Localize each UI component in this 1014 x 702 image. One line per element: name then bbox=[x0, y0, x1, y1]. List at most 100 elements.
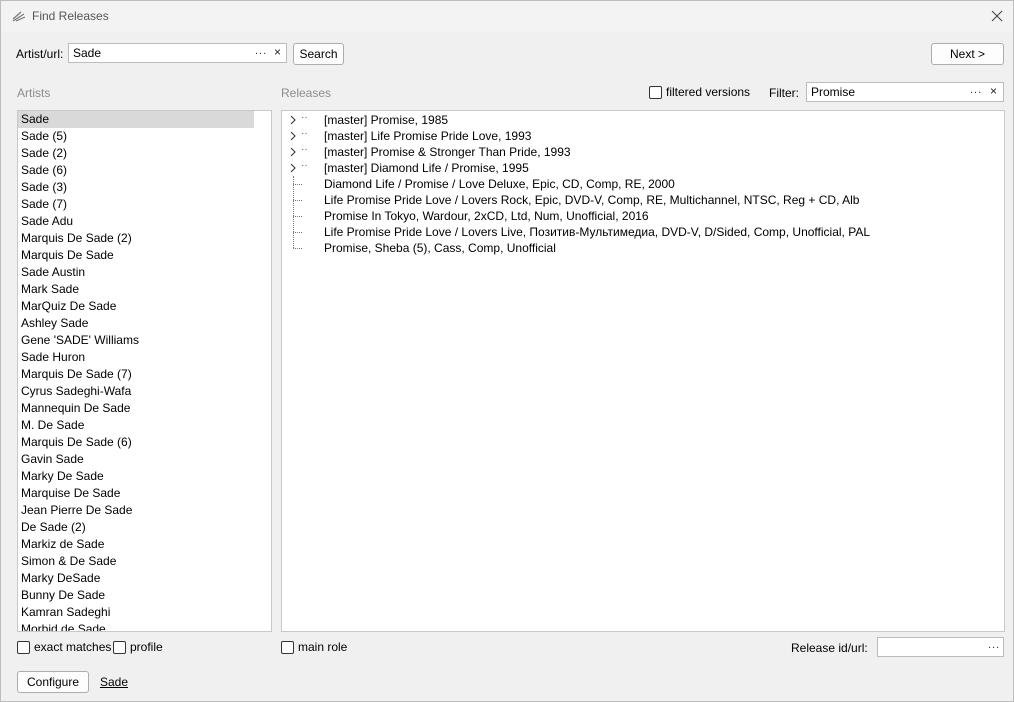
tree-connector-line bbox=[293, 216, 302, 217]
filtered-versions-box[interactable] bbox=[649, 85, 662, 99]
release-id-browse-button[interactable]: ... bbox=[988, 639, 1000, 651]
artist-list-item[interactable]: MarQuiz De Sade bbox=[18, 298, 271, 315]
artist-list-item[interactable]: Sade Adu bbox=[18, 213, 271, 230]
artists-header: Artists bbox=[17, 86, 51, 100]
release-label: Diamond Life / Promise / Love Deluxe, Ep… bbox=[324, 177, 675, 191]
filtered-versions-checkbox[interactable]: filtered versions bbox=[649, 85, 750, 99]
artist-list-item[interactable]: Mannequin De Sade bbox=[18, 400, 271, 417]
artist-url-field[interactable]: ... × bbox=[68, 43, 287, 63]
artist-url-label: Artist/url: bbox=[16, 47, 64, 61]
release-row[interactable]: Promise In Tokyo, Wardour, 2xCD, Ltd, Nu… bbox=[282, 208, 1002, 224]
filter-clear-button[interactable]: × bbox=[990, 84, 997, 98]
artist-list-item[interactable]: Sade (6) bbox=[18, 162, 271, 179]
release-label: Promise In Tokyo, Wardour, 2xCD, Ltd, Nu… bbox=[324, 209, 649, 223]
artist-browse-button[interactable]: ... bbox=[255, 45, 267, 57]
master-release-row[interactable]: ·· [master] Promise, 1985 bbox=[282, 112, 1002, 128]
artist-list-item[interactable]: Markiz de Sade bbox=[18, 536, 271, 553]
search-button[interactable]: Search bbox=[293, 43, 344, 65]
artist-list-item[interactable]: Marky DeSade bbox=[18, 570, 271, 587]
profile-label: profile bbox=[130, 640, 163, 654]
tree-connector-line bbox=[293, 184, 302, 185]
close-icon bbox=[991, 10, 1003, 22]
artist-list-item[interactable]: Sade Austin bbox=[18, 264, 271, 281]
close-window-button[interactable] bbox=[983, 4, 1011, 28]
configure-button[interactable]: Configure bbox=[17, 671, 89, 693]
master-release-row[interactable]: ·· [master] Diamond Life / Promise, 1995 bbox=[282, 160, 1002, 176]
chevron-right-icon[interactable] bbox=[288, 130, 298, 142]
window-title: Find Releases bbox=[32, 9, 109, 23]
master-release-label: [master] Promise, 1985 bbox=[324, 113, 449, 127]
title-bar: Find Releases bbox=[1, 1, 1013, 32]
list-lines-icon bbox=[11, 9, 27, 23]
filter-label: Filter: bbox=[769, 86, 799, 100]
releases-header: Releases bbox=[281, 86, 332, 100]
chevron-right-icon[interactable] bbox=[288, 162, 298, 174]
main-role-label: main role bbox=[298, 640, 348, 654]
artist-list-item[interactable]: Sade (3) bbox=[18, 179, 271, 196]
artist-clear-button[interactable]: × bbox=[274, 45, 281, 59]
artist-list-item[interactable]: Mark Sade bbox=[18, 281, 271, 298]
release-id-field[interactable]: ... bbox=[877, 637, 1004, 657]
artist-list-item[interactable]: Marquise De Sade bbox=[18, 485, 271, 502]
artist-list-item[interactable]: Bunny De Sade bbox=[18, 587, 271, 604]
chevron-right-icon[interactable] bbox=[288, 146, 298, 158]
artist-list-item[interactable]: Sade bbox=[18, 111, 254, 128]
artist-list-item[interactable]: M. De Sade bbox=[18, 417, 271, 434]
main-role-checkbox[interactable]: main role bbox=[281, 640, 347, 654]
master-release-label: [master] Diamond Life / Promise, 1995 bbox=[324, 161, 529, 175]
artist-list-item[interactable]: Simon & De Sade bbox=[18, 553, 271, 570]
find-releases-window: Find Releases Artist/url: ... × Search N… bbox=[0, 0, 1014, 702]
release-row[interactable]: Promise, Sheba (5), Cass, Comp, Unoffici… bbox=[282, 240, 1002, 256]
master-release-row[interactable]: ·· [master] Life Promise Pride Love, 1993 bbox=[282, 128, 1002, 144]
master-release-label: [master] Promise & Stronger Than Pride, … bbox=[324, 145, 571, 159]
release-label: Life Promise Pride Love / Lovers Live, П… bbox=[324, 225, 870, 239]
artists-list[interactable]: Sade Sade (5) Sade (2) Sade (6) Sade (3) Sade… bbox=[17, 110, 272, 632]
filter-input[interactable] bbox=[807, 83, 967, 101]
artist-list-item[interactable]: Marquis De Sade (2) bbox=[18, 230, 271, 247]
release-row[interactable]: Diamond Life / Promise / Love Deluxe, Ep… bbox=[282, 176, 1002, 192]
tree-connector-icon: ·· bbox=[301, 128, 308, 139]
artist-list-item[interactable]: Gavin Sade bbox=[18, 451, 271, 468]
tree-connector-line bbox=[293, 232, 302, 233]
release-id-label: Release id/url: bbox=[791, 641, 868, 655]
artist-list-item[interactable]: Sade (2) bbox=[18, 145, 271, 162]
release-label: Life Promise Pride Love / Lovers Rock, E… bbox=[324, 193, 860, 207]
artist-list-item[interactable]: Morbid de Sade bbox=[18, 621, 271, 631]
artist-list-item[interactable]: Cyrus Sadeghi-Wafa bbox=[18, 383, 271, 400]
main-role-box[interactable] bbox=[281, 640, 294, 654]
tree-connector-icon: ·· bbox=[301, 160, 308, 171]
artist-list-item[interactable]: Marquis De Sade (6) bbox=[18, 434, 271, 451]
profile-checkbox[interactable]: profile bbox=[113, 640, 163, 654]
exact-matches-checkbox[interactable]: exact matches bbox=[17, 640, 111, 654]
artist-list-item[interactable]: Ashley Sade bbox=[18, 315, 271, 332]
tree-connector-line bbox=[293, 200, 302, 201]
artist-list-item[interactable]: De Sade (2) bbox=[18, 519, 271, 536]
artist-list-item[interactable]: Jean Pierre De Sade bbox=[18, 502, 271, 519]
tree-connector-icon: ·· bbox=[301, 144, 308, 155]
profile-box[interactable] bbox=[113, 640, 126, 654]
release-row[interactable]: Life Promise Pride Love / Lovers Rock, E… bbox=[282, 192, 1002, 208]
filter-field[interactable]: ... × bbox=[806, 82, 1004, 102]
artist-list-item[interactable]: Marky De Sade bbox=[18, 468, 271, 485]
master-release-row[interactable]: ·· [master] Promise & Stronger Than Pride… bbox=[282, 144, 1002, 160]
releases-tree[interactable]: ·· [master] Promise, 1985 ·· [master] Life … bbox=[281, 110, 1005, 632]
artist-list-item[interactable]: Gene 'SADE' Williams bbox=[18, 332, 271, 349]
artist-url-input[interactable] bbox=[69, 44, 249, 62]
tree-connector-line bbox=[293, 176, 294, 248]
artist-list-item[interactable]: Kamran Sadeghi bbox=[18, 604, 271, 621]
next-button[interactable]: Next > bbox=[931, 43, 1004, 65]
artist-link[interactable]: Sade bbox=[100, 675, 128, 689]
exact-matches-box[interactable] bbox=[17, 640, 30, 654]
artist-list-item[interactable]: Marquis De Sade bbox=[18, 247, 271, 264]
artist-list-item[interactable]: Sade (7) bbox=[18, 196, 271, 213]
tree-connector-line bbox=[293, 248, 302, 249]
artist-list-item[interactable]: Marquis De Sade (7) bbox=[18, 366, 271, 383]
release-row[interactable]: Life Promise Pride Love / Lovers Live, П… bbox=[282, 224, 1002, 240]
filter-browse-button[interactable]: ... bbox=[970, 84, 982, 96]
release-id-input[interactable] bbox=[878, 638, 983, 656]
artist-list-item[interactable]: Sade (5) bbox=[18, 128, 271, 145]
release-label: Promise, Sheba (5), Cass, Comp, Unoffici… bbox=[324, 241, 556, 255]
chevron-right-icon[interactable] bbox=[288, 114, 298, 126]
artist-list-item[interactable]: Sade Huron bbox=[18, 349, 271, 366]
exact-matches-label: exact matches bbox=[34, 640, 112, 654]
